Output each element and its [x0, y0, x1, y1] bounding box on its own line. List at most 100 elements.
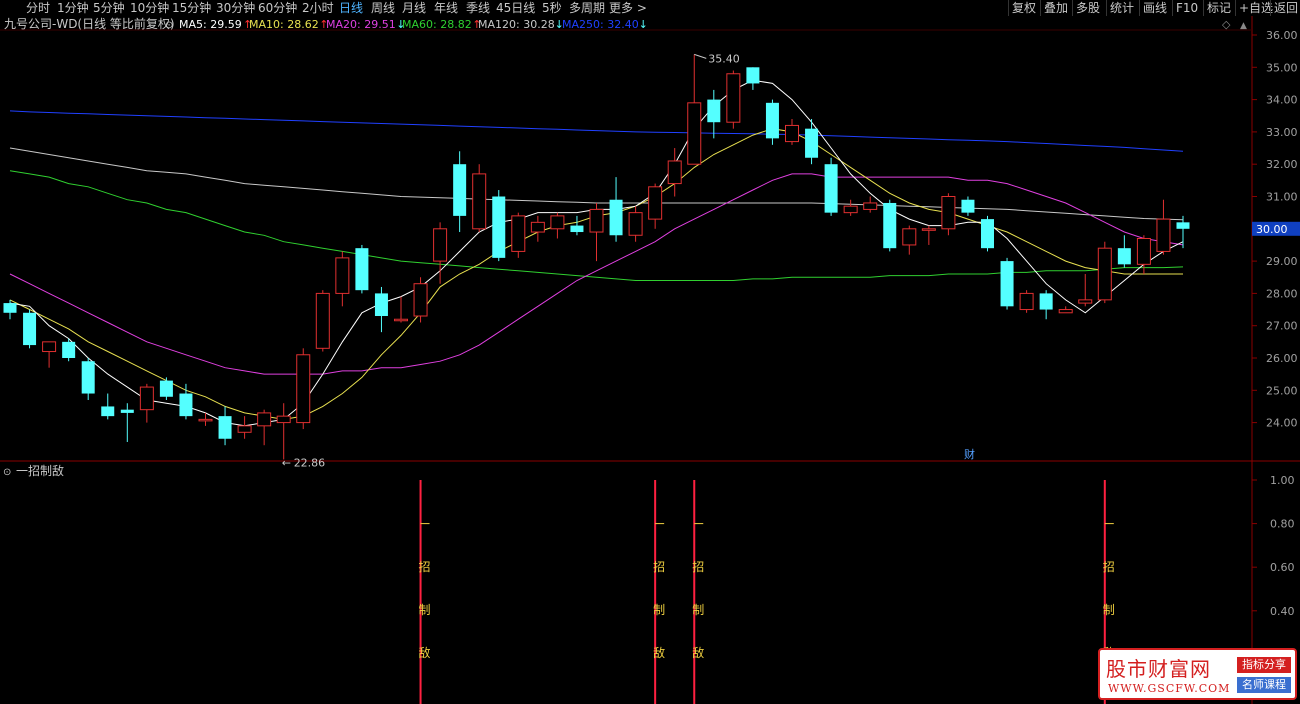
candle[interactable]: [785, 118, 799, 145]
candle[interactable]: [335, 251, 350, 307]
period-tab-12[interactable]: 季线: [466, 0, 490, 16]
toolbar-button-7[interactable]: +自选: [1235, 0, 1273, 16]
candle[interactable]: [824, 157, 838, 216]
candle[interactable]: [237, 416, 252, 439]
period-tab-6[interactable]: 60分钟: [258, 0, 297, 16]
toolbar-button-4[interactable]: 画线: [1139, 0, 1167, 16]
period-tab-13[interactable]: 45日线: [496, 0, 535, 16]
candle[interactable]: [883, 199, 897, 252]
period-tab-2[interactable]: 5分钟: [93, 0, 125, 16]
candle-body: [902, 228, 917, 246]
period-tab-1[interactable]: 1分钟: [57, 0, 89, 16]
period-tab-0[interactable]: 分时: [26, 0, 50, 16]
candle[interactable]: [1058, 306, 1073, 314]
candle[interactable]: [981, 215, 994, 252]
candle[interactable]: [1078, 274, 1093, 307]
candle-body: [589, 208, 604, 233]
candle[interactable]: [23, 309, 37, 349]
period-tab-3[interactable]: 10分钟: [130, 0, 169, 16]
toolbar-button-0[interactable]: 复权: [1008, 0, 1036, 16]
candle[interactable]: [687, 54, 702, 165]
toolbar-button-1[interactable]: 叠加: [1040, 0, 1068, 16]
period-tab-4[interactable]: 15分钟: [172, 0, 211, 16]
signal-marker[interactable]: 招制敌: [692, 480, 704, 704]
signal-marker[interactable]: 招制敌: [419, 480, 431, 704]
candle[interactable]: [726, 70, 741, 129]
candle[interactable]: [589, 202, 604, 262]
toolbar-button-3[interactable]: 统计: [1106, 0, 1134, 16]
candle-body: [863, 202, 878, 210]
period-tab-10[interactable]: 月线: [402, 0, 426, 16]
candle[interactable]: [159, 377, 173, 400]
candle[interactable]: [413, 277, 428, 323]
candle[interactable]: [179, 383, 193, 420]
indicator-title: 一招制敌: [16, 463, 64, 478]
candle-body: [276, 415, 291, 424]
candle-body: [1058, 309, 1073, 314]
toolbar-button-5[interactable]: F10: [1172, 0, 1198, 16]
period-tab-16[interactable]: 更多 >: [609, 0, 647, 16]
candle[interactable]: [296, 348, 311, 430]
toolbar-button-6[interactable]: 标记: [1203, 0, 1231, 16]
ma-legend-1: MA10: 28.62: [249, 18, 319, 31]
candle[interactable]: [3, 299, 17, 320]
candle[interactable]: [648, 183, 663, 229]
candle[interactable]: [355, 244, 369, 294]
diamond-icon[interactable]: ◇: [1222, 18, 1231, 31]
candle[interactable]: [218, 406, 232, 446]
candle[interactable]: [843, 199, 858, 216]
candle[interactable]: [276, 403, 291, 460]
candle[interactable]: [81, 358, 95, 400]
candle[interactable]: [609, 177, 623, 242]
candle[interactable]: [550, 212, 565, 239]
candle[interactable]: [902, 225, 917, 255]
period-tab-11[interactable]: 年线: [434, 0, 458, 16]
financial-report-marker[interactable]: 财: [964, 447, 975, 461]
candle[interactable]: [315, 290, 330, 352]
candle[interactable]: [120, 403, 134, 442]
candle[interactable]: [961, 196, 975, 216]
candle[interactable]: [1156, 199, 1171, 255]
candle[interactable]: [1097, 241, 1112, 304]
candle[interactable]: [42, 341, 57, 368]
signal-marker[interactable]: 招制敌: [653, 480, 665, 704]
candle[interactable]: [1176, 215, 1190, 249]
period-tab-9[interactable]: 周线: [371, 0, 395, 16]
candle[interactable]: [492, 190, 506, 262]
candle[interactable]: [1019, 290, 1034, 313]
candle[interactable]: [374, 286, 388, 333]
candle[interactable]: [941, 193, 956, 236]
candle[interactable]: [1000, 257, 1014, 310]
candle[interactable]: [453, 151, 467, 233]
kline-chart[interactable]: 九号公司-WD(日线 等比前复权)⊙ MA5: 29.59 ↑MA10: 28.62…: [0, 16, 1300, 704]
collapse-icon[interactable]: ⊙: [165, 20, 173, 31]
candle[interactable]: [62, 338, 76, 362]
candle[interactable]: [530, 215, 545, 242]
candle[interactable]: [257, 409, 272, 446]
candle-body: [453, 164, 467, 216]
candle[interactable]: [921, 225, 936, 245]
candle[interactable]: [765, 99, 779, 145]
candle[interactable]: [746, 67, 760, 90]
candle[interactable]: [863, 196, 878, 213]
candle[interactable]: [570, 215, 584, 236]
toolbar-button-2[interactable]: 多股: [1072, 0, 1100, 16]
period-tab-5[interactable]: 30分钟: [216, 0, 255, 16]
period-tab-14[interactable]: 5秒: [542, 0, 562, 16]
candle[interactable]: [139, 383, 154, 423]
candle[interactable]: [472, 164, 487, 233]
candle[interactable]: [101, 393, 115, 420]
candle[interactable]: [628, 206, 643, 242]
candle[interactable]: [1039, 290, 1053, 320]
price-tick-label: 26.00: [1266, 352, 1298, 365]
candle[interactable]: [707, 89, 721, 139]
candle[interactable]: [1117, 235, 1131, 268]
toolbar-button-8[interactable]: 返回: [1270, 0, 1298, 16]
candle[interactable]: [511, 212, 526, 258]
candle[interactable]: [805, 118, 819, 165]
indicator-collapse-icon[interactable]: ⊙: [3, 467, 11, 478]
candle[interactable]: [394, 296, 408, 323]
period-tab-15[interactable]: 多周期: [569, 0, 605, 16]
period-tab-8[interactable]: 日线: [339, 0, 363, 16]
period-tab-7[interactable]: 2小时: [302, 0, 334, 16]
